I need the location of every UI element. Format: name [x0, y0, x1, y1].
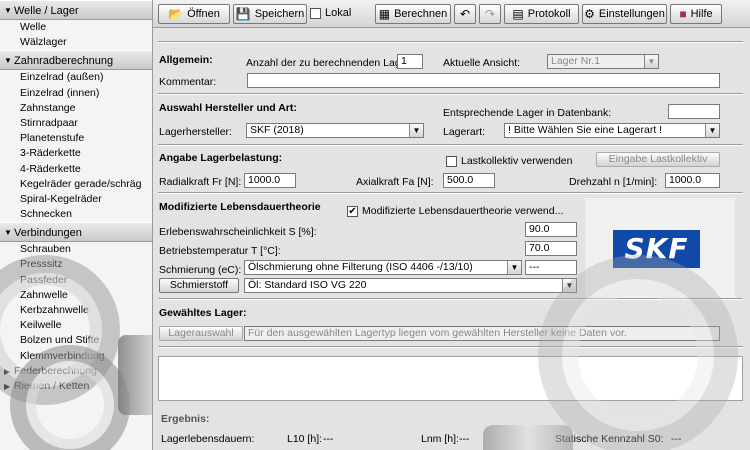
sidebar: ▼ Welle / Lager Welle Wälzlager ▼ Zahnradb…	[0, 0, 153, 450]
shaft-nut-image	[483, 425, 573, 450]
checkbox-box[interactable]	[310, 7, 321, 19]
life-theory-checkbox[interactable]: ✔ Modifizierte Lebensdauertheorie verwend…	[347, 205, 563, 217]
calculate-button[interactable]: ▦ Berechnen	[375, 4, 451, 24]
bearing-count-label: Anzahl der zu berechnenden Lager:	[246, 57, 413, 69]
bearing-image	[538, 255, 738, 450]
life-label: Lagerlebensdauern:	[161, 433, 255, 445]
bearing-type-select[interactable]: ! Bitte Wählen Sie eine Lagerart ! ▼	[504, 123, 720, 138]
checkbox-checked[interactable]: ✔	[347, 205, 358, 217]
main-panel: 📂 Öffnen 💾 Speichern Lokal ▦ Berechnen ↶ ↷ …	[153, 0, 750, 450]
sidebar-item-kegelraeder[interactable]: Kegelräder gerade/schräg	[0, 177, 152, 192]
sidebar-item-schrauben[interactable]: Schrauben	[0, 242, 152, 257]
undo-button[interactable]: ↶	[454, 4, 476, 24]
sidebar-section-verbindungen[interactable]: ▼ Verbindungen	[0, 222, 152, 243]
life-theory-title: Modifizierte Lebensdauertheorie	[159, 201, 321, 213]
sidebar-section-welle-lager[interactable]: ▼ Welle / Lager	[0, 0, 152, 20]
radial-force-label: Radialkraft Fr [N]:	[159, 176, 242, 188]
selected-bearing-title: Gewähltes Lager:	[159, 307, 247, 319]
lubrication-label: Schmierung (eC):	[159, 264, 242, 276]
triangle-down-icon: ▼	[4, 6, 12, 15]
survival-probability-input[interactable]: 90.0	[525, 222, 577, 237]
current-view-label: Aktuelle Ansicht:	[443, 57, 521, 69]
protocol-button[interactable]: ▤ Protokoll	[504, 4, 579, 24]
sidebar-item-schnecken[interactable]: Schnecken	[0, 207, 152, 222]
lubrication-extra-field: ---	[525, 260, 577, 275]
checkbox-box[interactable]	[446, 155, 457, 167]
sidebar-item-spiral-kegelraeder[interactable]: Spiral-Kegelräder	[0, 192, 152, 207]
settings-button[interactable]: ⚙ Einstellungen	[582, 4, 667, 24]
l10-value: ---	[323, 433, 334, 445]
sidebar-item-planetenstufe[interactable]: Planetenstufe	[0, 131, 152, 146]
speed-label: Drehzahl n [1/min]:	[569, 176, 658, 188]
speed-input[interactable]: 1000.0	[665, 173, 720, 188]
chevron-down-icon: ▼	[507, 261, 521, 274]
open-button[interactable]: 📂 Öffnen	[158, 4, 230, 24]
sidebar-section-label: Welle / Lager	[14, 5, 79, 17]
sidebar-section-zahnradberechnung[interactable]: ▼ Zahnradberechnung	[0, 50, 152, 71]
lubricant-button[interactable]: Schmierstoff	[159, 278, 239, 293]
sidebar-section-label: Verbindungen	[14, 227, 82, 240]
chevron-down-icon: ▼	[644, 55, 658, 68]
sidebar-item-waelzlager[interactable]: Wälzlager	[0, 35, 152, 50]
undo-icon: ↶	[459, 7, 471, 21]
local-checkbox[interactable]: Lokal	[310, 7, 351, 19]
bearing-type-label: Lagerart:	[443, 126, 486, 138]
bearing-count-input[interactable]: 1	[397, 54, 423, 69]
folder-icon: 📂	[168, 7, 184, 21]
load-collective-button[interactable]: Eingabe Lastkollektiv	[596, 152, 720, 167]
chevron-down-icon: ▼	[705, 124, 719, 137]
manufacturer-label: Lagerhersteller:	[159, 126, 232, 138]
save-button[interactable]: 💾 Speichern	[233, 4, 307, 24]
sidebar-item-einzelrad-innen[interactable]: Einzelrad (innen)	[0, 86, 152, 101]
manufacturer-select[interactable]: SKF (2018) ▼	[246, 123, 424, 138]
sidebar-item-4-raederkette[interactable]: 4-Räderkette	[0, 162, 152, 177]
load-collective-checkbox[interactable]: Lastkollektiv verwenden	[446, 155, 572, 167]
lubricant-select[interactable]: Öl: Standard ISO VG 220 ▼	[244, 278, 577, 293]
document-icon: ▤	[512, 7, 524, 21]
lnm-value: ---	[459, 433, 470, 445]
chevron-down-icon: ▼	[409, 124, 423, 137]
general-title: Allgemein:	[159, 54, 213, 66]
lubrication-select[interactable]: Ölschmierung ohne Filterung (ISO 4406 -/…	[244, 260, 522, 275]
divider	[158, 93, 743, 95]
redo-icon: ↷	[484, 7, 496, 21]
axial-force-input[interactable]: 500.0	[443, 173, 495, 188]
sidebar-section-label: Zahnradberechnung	[14, 55, 114, 68]
help-button[interactable]: ■ Hilfe	[670, 4, 722, 24]
sidebar-item-stirnradpaar[interactable]: Stirnradpaar	[0, 116, 152, 131]
sidebar-item-welle[interactable]: Welle	[0, 20, 152, 35]
divider	[158, 41, 743, 43]
triangle-down-icon: ▼	[4, 228, 12, 238]
radial-force-input[interactable]: 1000.0	[244, 173, 296, 188]
l10-label: L10 [h]:	[287, 433, 323, 445]
book-icon: ■	[679, 7, 687, 21]
bearing-selection-button[interactable]: Lagerauswahl	[159, 326, 243, 341]
save-icon: 💾	[235, 7, 251, 21]
load-title: Angabe Lagerbelastung:	[159, 152, 283, 164]
shaft-nut-image	[118, 335, 152, 415]
sidebar-item-einzelrad-aussen[interactable]: Einzelrad (außen)	[0, 70, 152, 85]
divider	[158, 192, 743, 194]
redo-button[interactable]: ↷	[479, 4, 501, 24]
database-bearings-field	[668, 104, 720, 119]
operating-temperature-label: Betriebstemperatur T [°C]:	[159, 245, 281, 257]
manufacturer-title: Auswahl Hersteller und Art:	[159, 102, 297, 114]
comment-label: Kommentar:	[159, 76, 217, 88]
triangle-down-icon: ▼	[4, 56, 12, 66]
operating-temperature-input[interactable]: 70.0	[525, 241, 577, 256]
comment-input[interactable]	[247, 73, 720, 88]
sidebar-item-zahnstange[interactable]: Zahnstange	[0, 101, 152, 116]
toolbar: 📂 Öffnen 💾 Speichern Lokal ▦ Berechnen ↶ ↷ …	[153, 0, 750, 28]
axial-force-label: Axialkraft Fa [N]:	[356, 176, 434, 188]
survival-probability-label: Erlebenswahrscheinlichkeit S [%]:	[159, 226, 317, 238]
current-view-select[interactable]: Lager Nr.1 ▼	[547, 54, 659, 69]
result-title: Ergebnis:	[161, 413, 210, 425]
lnm-label: Lnm [h]:	[421, 433, 459, 445]
calculator-icon: ▦	[378, 7, 391, 21]
database-bearings-label: Entsprechende Lager in Datenbank:	[443, 107, 612, 119]
sidebar-item-3-raederkette[interactable]: 3-Räderkette	[0, 146, 152, 161]
divider	[158, 144, 743, 146]
settings-icon: ⚙	[584, 7, 595, 21]
